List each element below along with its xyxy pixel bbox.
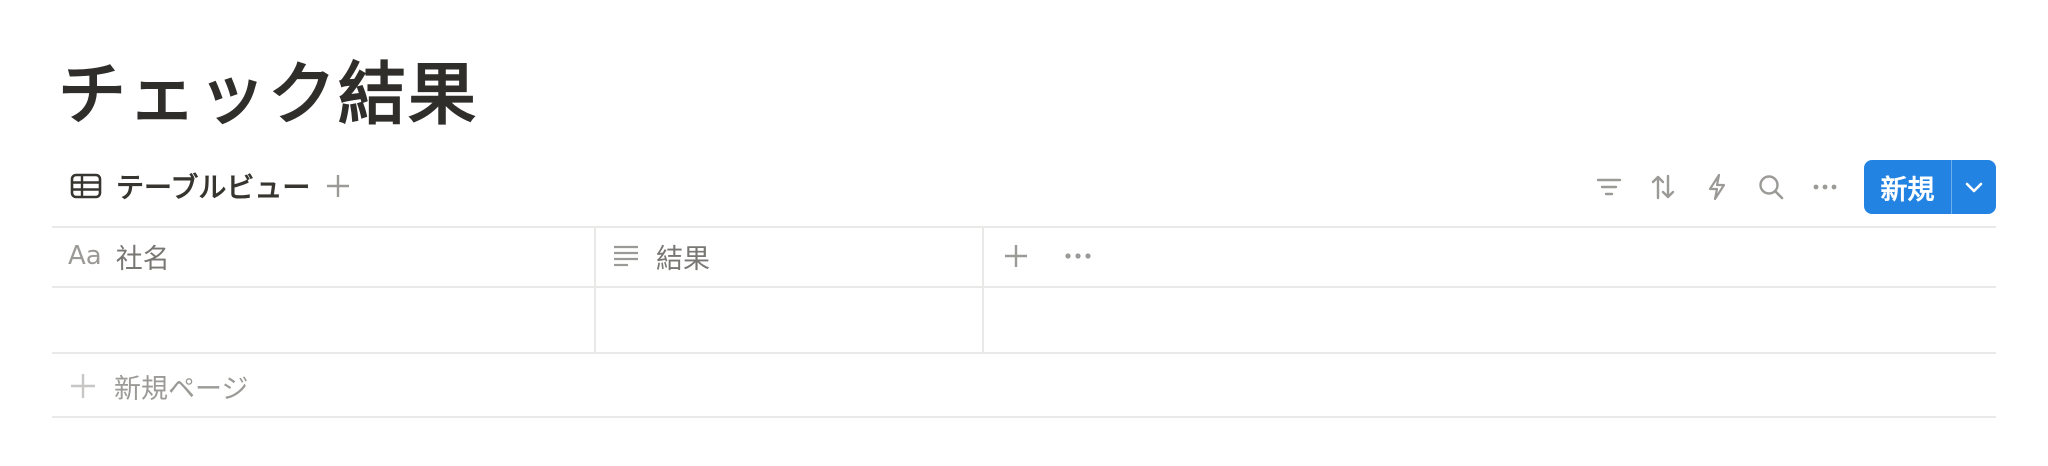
- more-icon: [1065, 253, 1091, 259]
- new-button-group: 新規: [1864, 160, 1996, 214]
- tab-table-view[interactable]: テーブルビュー: [70, 164, 310, 208]
- new-page-label: 新規ページ: [114, 373, 249, 405]
- column-header-result[interactable]: 結果: [612, 226, 972, 286]
- new-page-button[interactable]: 新規ページ: [68, 354, 248, 418]
- add-view-plus-icon[interactable]: [324, 172, 352, 200]
- chevron-down-icon: [1965, 182, 1983, 193]
- filter-icon: [1596, 178, 1622, 196]
- view-toolbar: 新規: [1582, 160, 1996, 214]
- table-icon: [70, 173, 102, 199]
- plus-icon: [71, 374, 95, 398]
- table-cell-result[interactable]: [596, 288, 982, 352]
- column-divider: [982, 226, 984, 352]
- column-header-label: 社名: [115, 243, 170, 275]
- search-button[interactable]: [1744, 160, 1798, 214]
- view-bar: テーブルビュー 新規: [52, 158, 1996, 218]
- tab-label: テーブルビュー: [116, 171, 311, 204]
- column-header-label: 結果: [656, 243, 710, 275]
- sort-icon: [1651, 174, 1675, 200]
- new-button[interactable]: 新規: [1864, 160, 1951, 214]
- add-property-button[interactable]: [996, 236, 1036, 276]
- row-bottom-border: [52, 352, 1996, 354]
- more-options-button[interactable]: [1798, 160, 1852, 214]
- title-property-icon: Aa: [68, 241, 102, 271]
- search-icon: [1759, 175, 1784, 200]
- page-title[interactable]: チェック結果: [58, 56, 478, 136]
- sort-button[interactable]: [1636, 160, 1690, 214]
- plus-icon: [1005, 245, 1027, 267]
- filter-button[interactable]: [1582, 160, 1636, 214]
- automation-bolt-icon: [1708, 173, 1726, 201]
- column-actions: [996, 226, 1108, 286]
- new-dropdown-button[interactable]: [1952, 160, 1996, 214]
- table-bottom-border: [52, 416, 1996, 418]
- table-cell-company[interactable]: [52, 288, 594, 352]
- column-header-company[interactable]: Aa 社名: [68, 226, 588, 286]
- automation-button[interactable]: [1690, 160, 1744, 214]
- column-more-button[interactable]: [1058, 236, 1098, 276]
- more-icon: [1813, 184, 1837, 190]
- text-property-icon: [614, 245, 638, 267]
